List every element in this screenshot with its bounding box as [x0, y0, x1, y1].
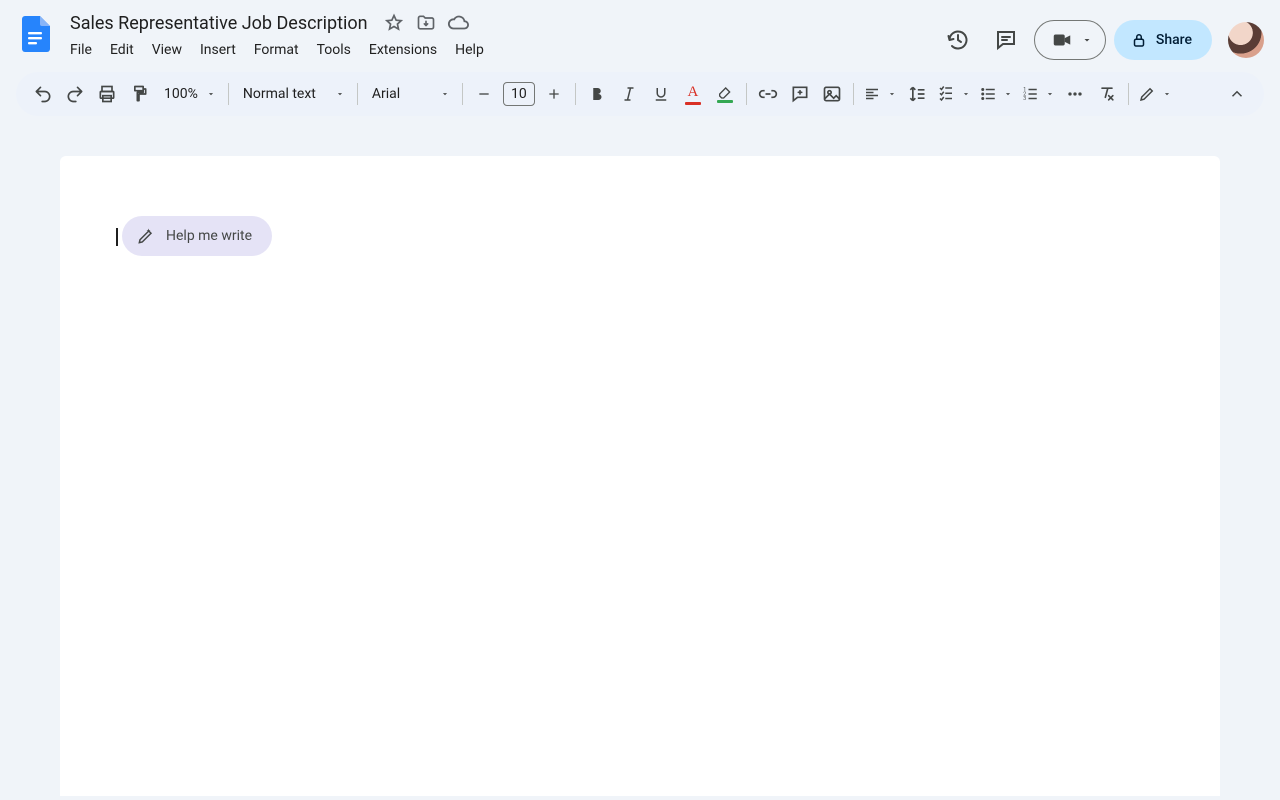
app-header: Sales Representative Job Description Fil…: [0, 0, 1280, 64]
cloud-saved-icon[interactable]: [446, 11, 470, 35]
share-button[interactable]: Share: [1114, 20, 1212, 60]
chevron-down-icon: [1159, 89, 1175, 99]
menu-edit[interactable]: Edit: [102, 38, 142, 62]
share-label: Share: [1156, 32, 1192, 48]
menu-format[interactable]: Format: [246, 38, 307, 62]
open-comments-icon[interactable]: [986, 20, 1026, 60]
italic-button[interactable]: [614, 79, 644, 109]
magic-pencil-icon: [136, 226, 156, 246]
menu-file[interactable]: File: [64, 38, 100, 62]
document-title[interactable]: Sales Representative Job Description: [64, 11, 374, 36]
numbered-list-menu[interactable]: 123: [1018, 79, 1058, 109]
meet-button[interactable]: [1034, 20, 1106, 60]
zoom-value: 100%: [164, 86, 198, 102]
decrease-font-size-button[interactable]: [469, 79, 499, 109]
menu-tools[interactable]: Tools: [309, 38, 359, 62]
text-color-button[interactable]: A: [678, 79, 708, 109]
editing-mode-menu[interactable]: [1135, 79, 1175, 109]
align-menu[interactable]: [860, 79, 900, 109]
separator: [228, 83, 229, 105]
numbered-list-icon: 123: [1018, 79, 1042, 109]
paragraph-style-select[interactable]: Normal text: [235, 79, 351, 109]
separator: [575, 83, 576, 105]
clear-formatting-button[interactable]: [1092, 79, 1122, 109]
lock-icon: [1130, 31, 1148, 49]
increase-font-size-button[interactable]: [539, 79, 569, 109]
menu-help[interactable]: Help: [447, 38, 492, 62]
document-page[interactable]: Help me write: [60, 156, 1220, 796]
paragraph-style-value: Normal text: [243, 86, 316, 102]
line-spacing-button[interactable]: [902, 79, 932, 109]
chevron-down-icon: [958, 89, 974, 99]
bulleted-list-menu[interactable]: [976, 79, 1016, 109]
text-cursor: [116, 228, 118, 246]
docs-logo[interactable]: [16, 14, 56, 54]
chevron-down-icon: [206, 89, 216, 99]
undo-button[interactable]: [28, 79, 58, 109]
chevron-down-icon: [1000, 89, 1016, 99]
print-button[interactable]: [92, 79, 122, 109]
menu-insert[interactable]: Insert: [192, 38, 244, 62]
paint-format-button[interactable]: [124, 79, 154, 109]
document-canvas[interactable]: Help me write: [0, 116, 1280, 796]
menu-extensions[interactable]: Extensions: [361, 38, 445, 62]
video-icon: [1051, 29, 1073, 51]
align-icon: [860, 79, 884, 109]
highlight-color-button[interactable]: [710, 79, 740, 109]
bold-button[interactable]: [582, 79, 612, 109]
font-size-value: 10: [511, 86, 527, 102]
header-actions: Share: [938, 20, 1264, 60]
font-family-select[interactable]: Arial: [364, 79, 456, 109]
chevron-down-icon: [440, 89, 450, 99]
collapse-toolbar-button[interactable]: [1222, 79, 1252, 109]
bulleted-list-icon: [976, 79, 1000, 109]
menubar: File Edit View Insert Format Tools Exten…: [64, 38, 938, 62]
checklist-icon: [934, 79, 958, 109]
font-family-value: Arial: [372, 86, 400, 102]
chevron-down-icon: [335, 89, 345, 99]
chevron-down-icon: [884, 89, 900, 99]
svg-text:3: 3: [1023, 96, 1026, 102]
underline-button[interactable]: [646, 79, 676, 109]
toolbar: 100% Normal text Arial 10 A: [16, 72, 1264, 116]
separator: [853, 83, 854, 105]
account-avatar[interactable]: [1228, 22, 1264, 58]
insert-link-button[interactable]: [753, 79, 783, 109]
add-comment-button[interactable]: [785, 79, 815, 109]
star-icon[interactable]: [382, 11, 406, 35]
help-me-write-button[interactable]: Help me write: [122, 216, 272, 256]
zoom-select[interactable]: 100%: [156, 79, 222, 109]
title-area: Sales Representative Job Description Fil…: [56, 8, 938, 62]
redo-button[interactable]: [60, 79, 90, 109]
font-size-input[interactable]: 10: [503, 82, 535, 106]
separator: [357, 83, 358, 105]
separator: [1128, 83, 1129, 105]
separator: [462, 83, 463, 105]
help-me-write-label: Help me write: [166, 228, 252, 244]
checklist-menu[interactable]: [934, 79, 974, 109]
chevron-down-icon: [1042, 89, 1058, 99]
move-icon[interactable]: [414, 11, 438, 35]
separator: [746, 83, 747, 105]
pencil-icon: [1135, 79, 1159, 109]
insert-image-button[interactable]: [817, 79, 847, 109]
menu-view[interactable]: View: [144, 38, 190, 62]
last-edit-icon[interactable]: [938, 20, 978, 60]
more-options-button[interactable]: [1060, 79, 1090, 109]
chevron-down-icon: [1081, 34, 1093, 46]
